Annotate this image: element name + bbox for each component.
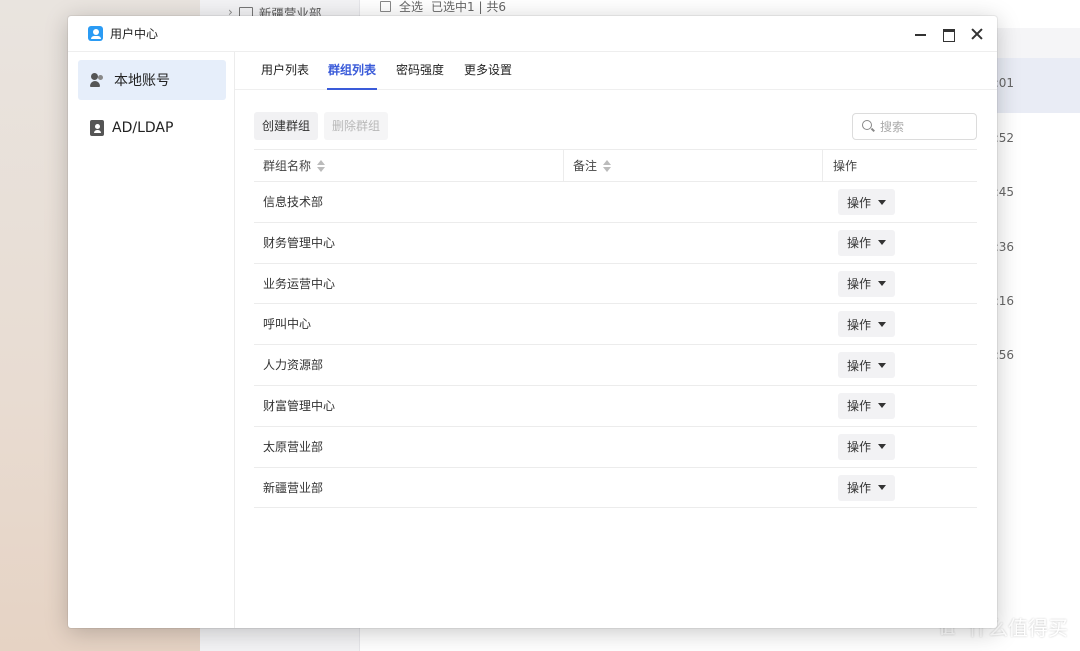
actions-label: 操作 [847,399,872,414]
column-header-group-name[interactable]: 群组名称 [254,150,564,182]
actions-label: 操作 [847,195,872,210]
window-controls [915,16,983,52]
caret-down-icon [878,444,887,450]
actions-label: 操作 [847,481,872,496]
actions-dropdown-button[interactable]: 操作 [838,474,896,501]
table-row[interactable]: 太原营业部 操作 [254,427,977,468]
caret-down-icon [878,240,887,246]
table-row[interactable]: 财务管理中心 操作 [254,223,977,264]
sidebar-item-local-account[interactable]: 本地账号 [78,60,226,100]
group-name-cell: 业务运营中心 [263,276,336,291]
selection-status: 已选中1 | 共6 [431,0,506,14]
close-icon[interactable] [971,28,983,40]
actions-dropdown-button[interactable]: 操作 [838,229,896,256]
column-header-note[interactable]: 备注 [564,150,823,182]
caret-down-icon [878,321,887,327]
sort-icon[interactable] [603,160,612,172]
create-group-button[interactable]: 创建群组 [254,112,319,140]
caret-down-icon [878,199,887,205]
search-input[interactable] [880,119,970,134]
user-center-window: 用户中心 本地账号 AD/LDAP 用户列表 群组列表 密码强度 更多设置 创建… [68,16,997,628]
group-name-cell: 财富管理中心 [263,398,336,413]
sidebar-item-label: 本地账号 [114,73,170,89]
select-all-checkbox[interactable] [380,0,391,12]
actions-dropdown-button[interactable]: 操作 [838,189,896,215]
sidebar: 本地账号 AD/LDAP [68,52,235,628]
table-row[interactable]: 新疆营业部 操作 [254,468,977,509]
maximize-icon[interactable] [943,28,955,42]
actions-dropdown-button[interactable]: 操作 [838,270,896,297]
actions-dropdown-button[interactable]: 操作 [838,392,896,419]
actions-label: 操作 [847,317,872,332]
actions-dropdown-button[interactable]: 操作 [838,433,896,460]
caret-down-icon [878,485,887,491]
actions-label: 操作 [847,358,872,373]
table-row[interactable]: 业务运营中心 操作 [254,264,977,305]
background-toolbar: 全选 已选中1 | 共6 [380,0,506,15]
actions-dropdown-button[interactable]: 操作 [838,352,896,379]
group-name-cell: 呼叫中心 [263,317,312,332]
window-title: 用户中心 [110,27,159,41]
select-all-label: 全选 [399,0,424,14]
column-header-label: 备注 [573,158,598,173]
sidebar-item-label: AD/LDAP [112,120,174,136]
tab-bar: 用户列表 群组列表 密码强度 更多设置 [235,52,997,90]
tab-more-settings[interactable]: 更多设置 [464,52,512,90]
window-titlebar[interactable]: 用户中心 [68,16,997,52]
user-center-app-icon [88,26,103,41]
column-header-label: 群组名称 [263,158,312,173]
main-content: 用户列表 群组列表 密码强度 更多设置 创建群组 删除群组 群组名称 备注 [235,52,997,628]
group-name-cell: 财务管理中心 [263,235,336,250]
delete-group-button: 删除群组 [324,112,389,140]
caret-down-icon [878,281,887,287]
caret-down-icon [878,362,887,368]
sidebar-item-ad-ldap[interactable]: AD/LDAP [78,108,226,148]
users-icon [90,72,106,88]
sort-icon[interactable] [317,160,326,172]
caret-down-icon [878,403,887,409]
table-row[interactable]: 呼叫中心 操作 [254,304,977,346]
table-row[interactable]: 财富管理中心 操作 [254,386,977,427]
group-table: 群组名称 备注 操作 信息技术部 操作 财务管理中心 操作 业务运营中心 操作 … [254,149,977,509]
column-header-actions: 操作 [823,150,857,182]
table-row[interactable]: 人力资源部 操作 [254,345,977,386]
actions-label: 操作 [847,440,872,455]
actions-dropdown-button[interactable]: 操作 [838,311,896,338]
minimize-icon[interactable] [915,28,927,40]
table-header: 群组名称 备注 操作 [254,149,977,182]
tab-user-list[interactable]: 用户列表 [261,52,309,90]
address-book-icon [90,120,104,136]
group-name-cell: 新疆营业部 [263,480,324,495]
search-box[interactable] [852,113,977,140]
actions-label: 操作 [847,236,872,251]
column-header-label: 操作 [833,158,858,173]
group-name-cell: 信息技术部 [263,195,324,209]
group-name-cell: 太原营业部 [263,439,324,454]
tab-group-list[interactable]: 群组列表 [326,52,378,90]
search-icon [862,120,875,133]
table-row[interactable]: 信息技术部 操作 [254,182,977,223]
actions-label: 操作 [847,277,872,292]
tab-password-strength[interactable]: 密码强度 [396,52,444,90]
group-name-cell: 人力资源部 [263,358,324,373]
